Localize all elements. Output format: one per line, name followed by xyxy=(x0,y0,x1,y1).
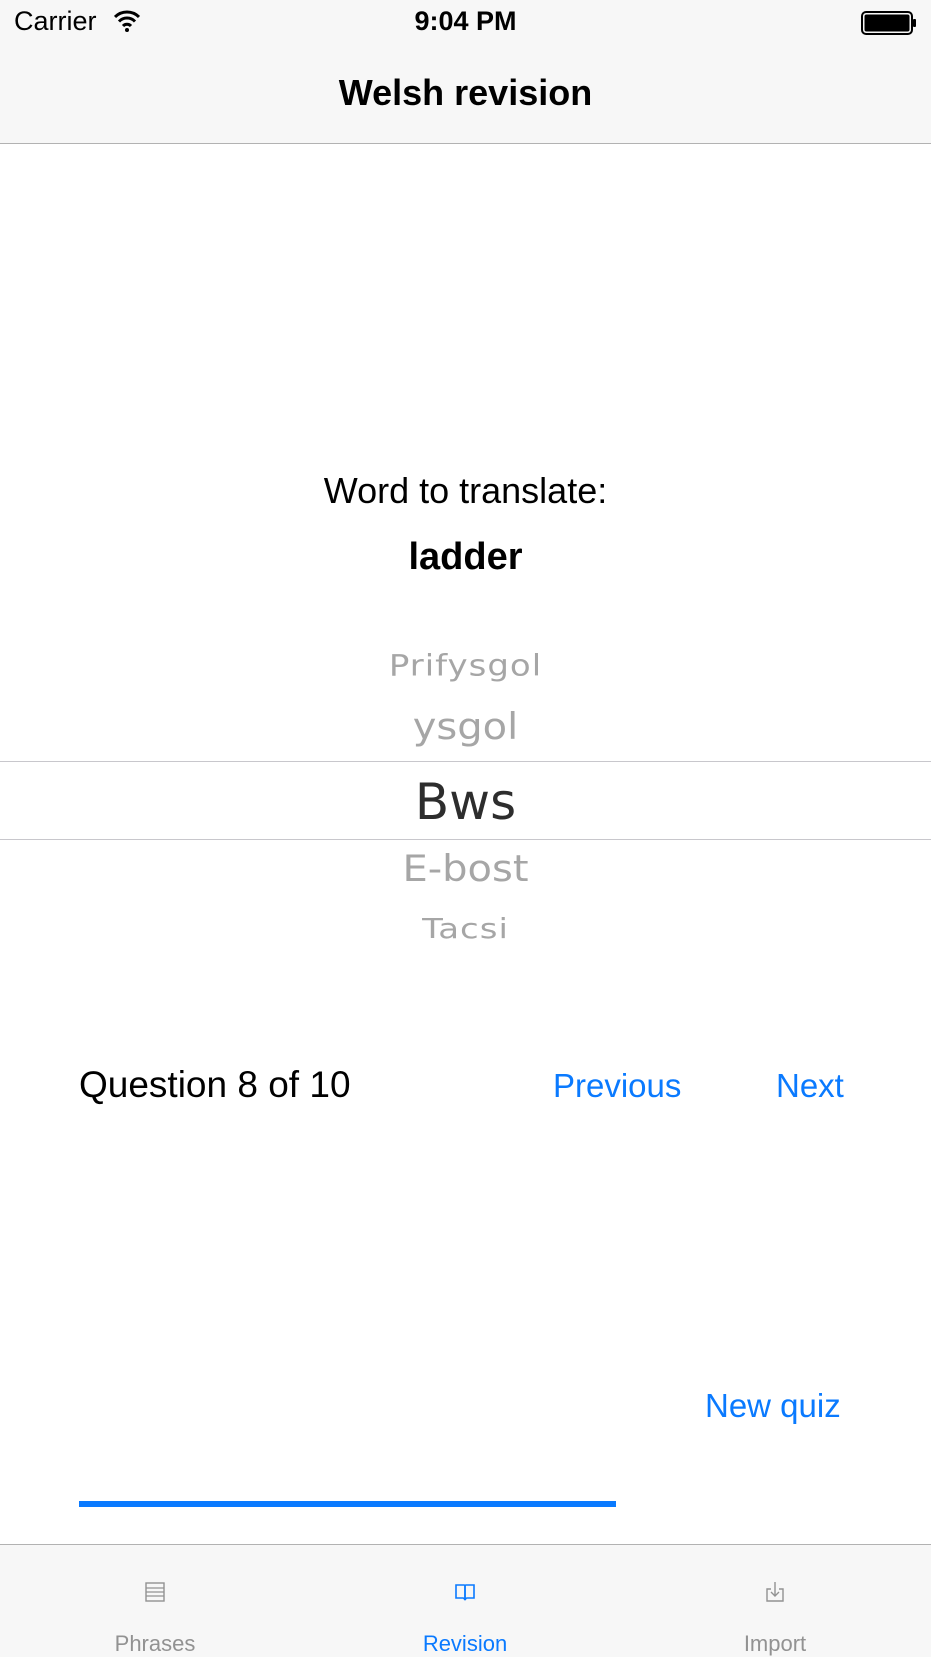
navigation-bar: Welsh revision xyxy=(0,48,931,144)
picker-option[interactable]: ysgol xyxy=(0,706,931,748)
word-to-translate: ladder xyxy=(408,536,523,578)
picker-option[interactable]: Tacsi xyxy=(0,913,931,946)
question-counter: Question 8 of 10 xyxy=(79,1064,351,1105)
tab-import[interactable]: Import xyxy=(620,1545,930,1657)
quiz-progress-fill xyxy=(79,1501,616,1507)
picker-selection-bottom-divider xyxy=(0,839,931,840)
picker-option[interactable]: E-bost xyxy=(0,848,931,890)
picker-option[interactable]: Prifysgol xyxy=(0,649,931,683)
picker-option-selected[interactable]: Bws xyxy=(0,773,931,831)
status-bar: Carrier 9:04 PM xyxy=(0,0,931,48)
tab-phrases[interactable]: Phrases xyxy=(0,1545,310,1657)
page-title: Welsh revision xyxy=(338,72,593,113)
new-quiz-button[interactable]: New quiz xyxy=(705,1387,841,1425)
import-icon xyxy=(766,1582,784,1602)
quiz-progress-bar xyxy=(79,1501,846,1507)
answer-picker[interactable]: Prifysgol ysgol Bws E-bost Tacsi xyxy=(0,630,931,950)
previous-button[interactable]: Previous xyxy=(553,1067,681,1105)
tab-bar: Phrases Revision Import xyxy=(0,1544,931,1657)
tab-label-import: Import xyxy=(743,1631,807,1656)
tab-label-revision: Revision xyxy=(422,1631,508,1656)
next-button[interactable]: Next xyxy=(776,1067,844,1105)
tab-revision[interactable]: Revision xyxy=(310,1545,620,1657)
status-time: 9:04 PM xyxy=(414,6,517,36)
battery-icon xyxy=(861,11,916,35)
book-icon xyxy=(455,1584,475,1601)
picker-selection-top-divider xyxy=(0,761,931,762)
tab-label-phrases: Phrases xyxy=(114,1631,196,1656)
list-icon xyxy=(145,1582,165,1602)
prompt-label: Word to translate: xyxy=(323,470,608,511)
